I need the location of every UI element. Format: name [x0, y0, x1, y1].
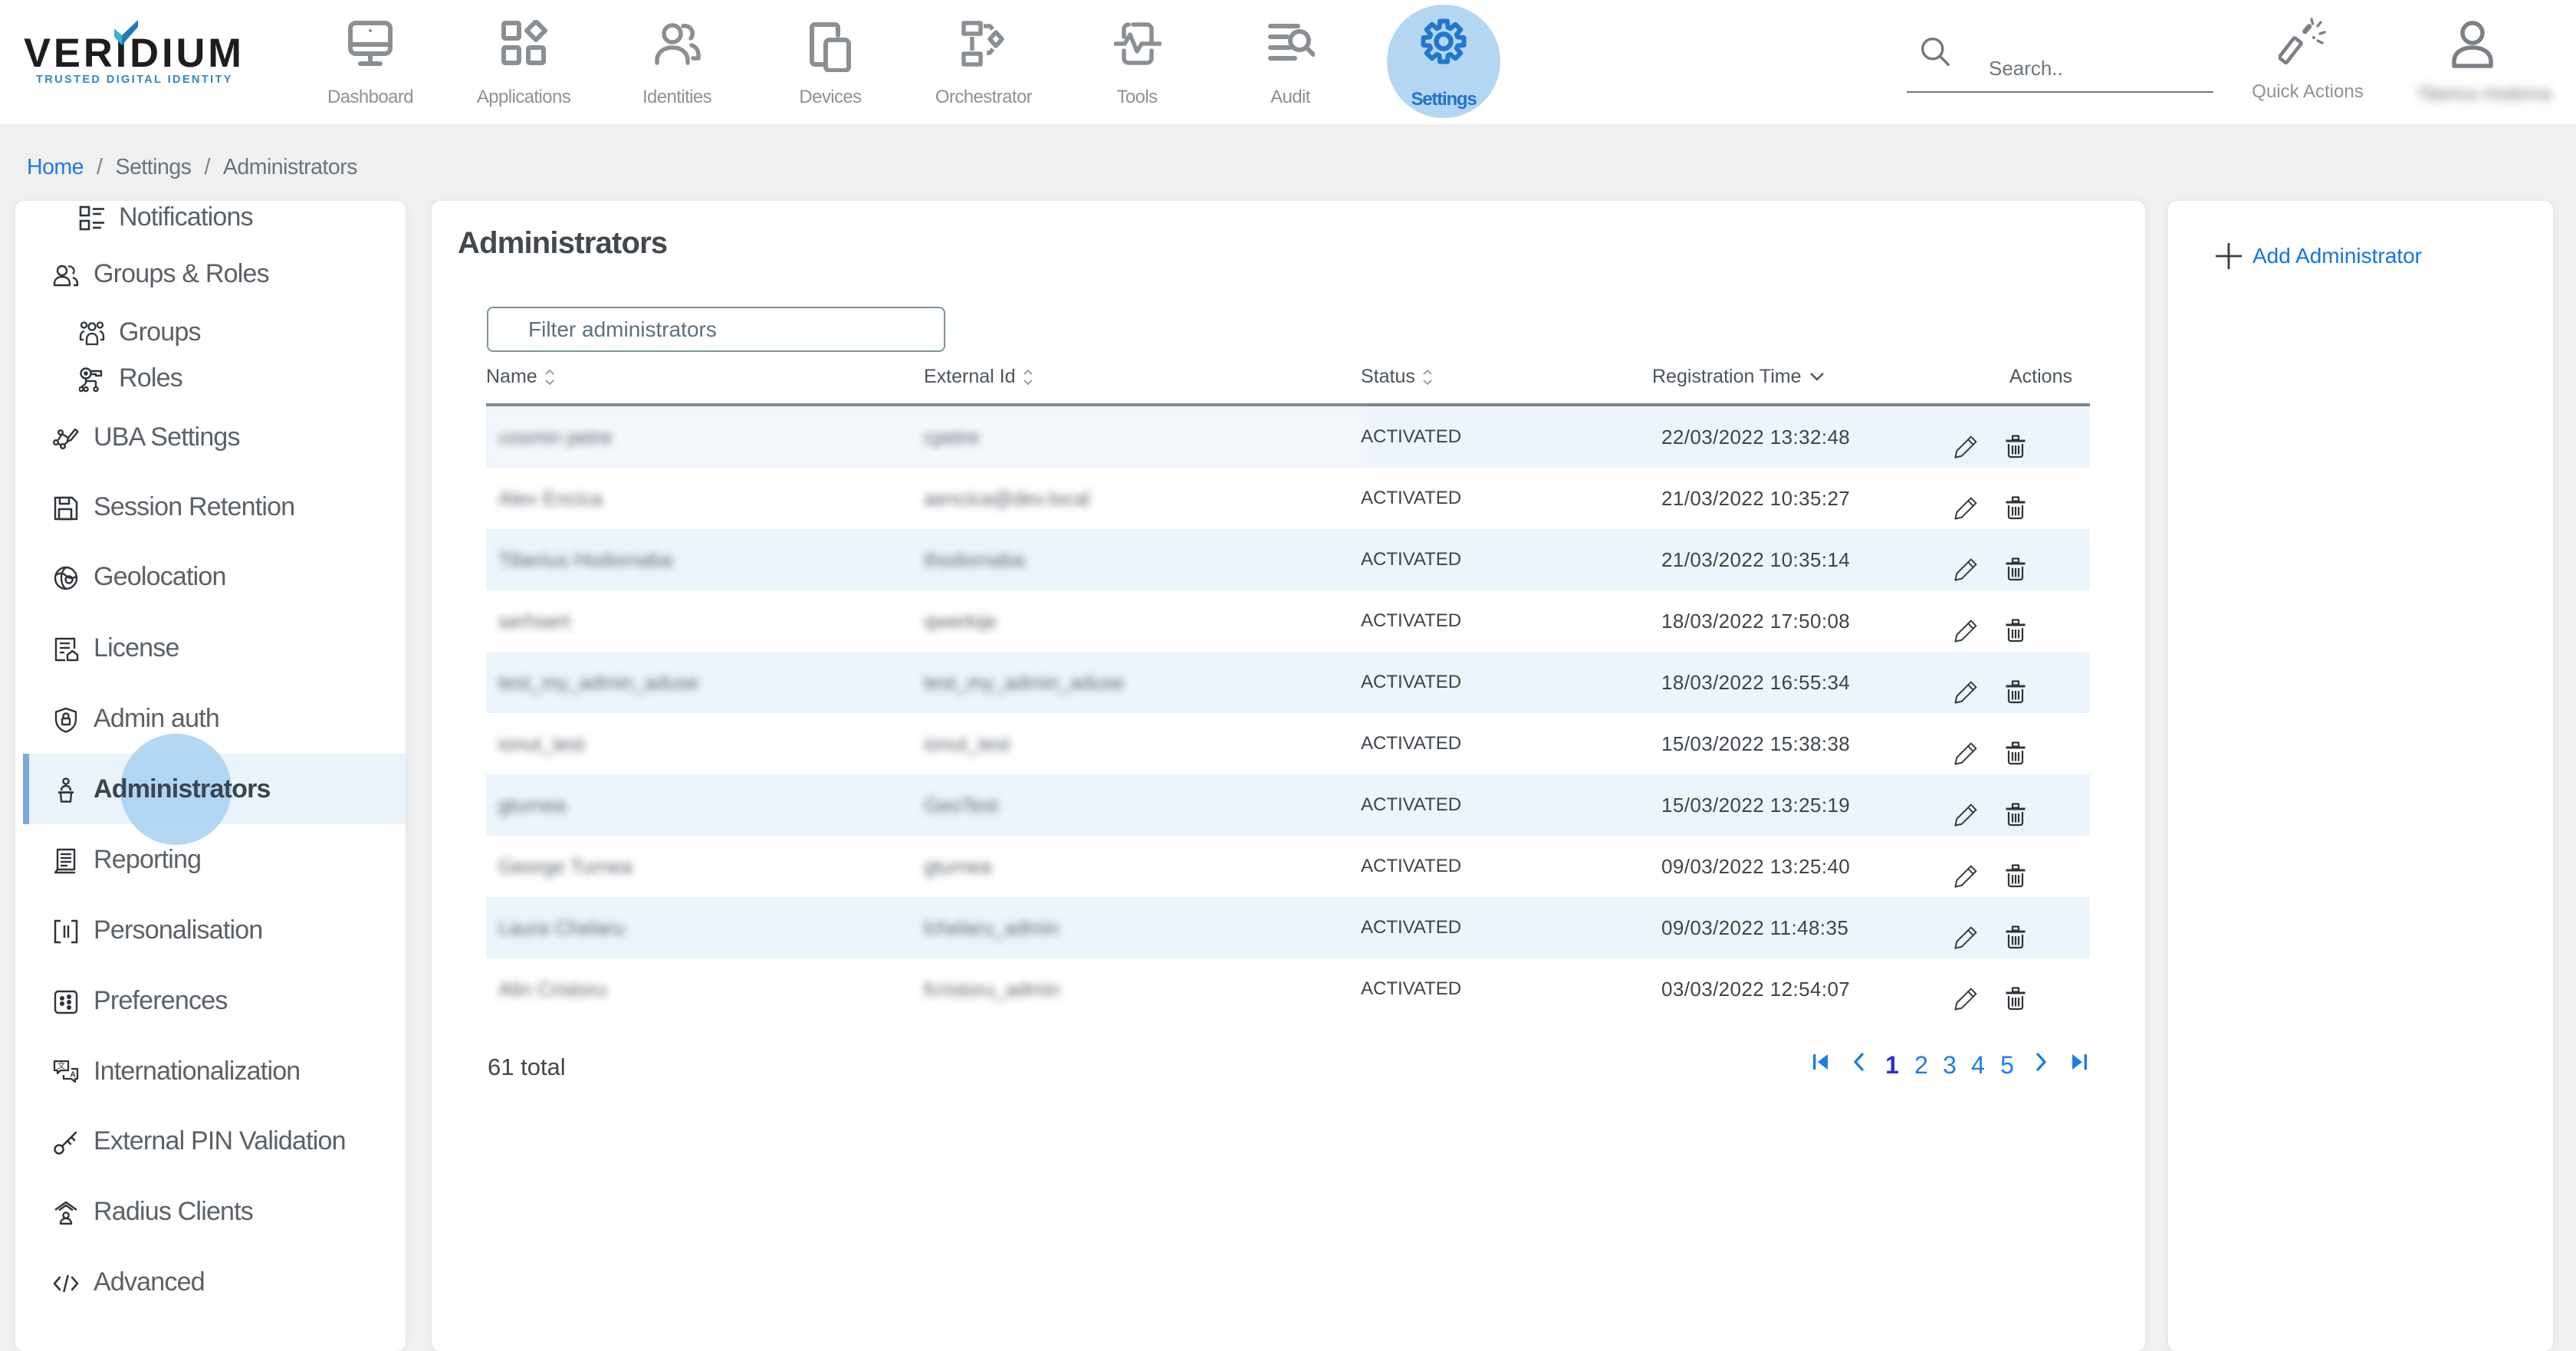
svg-text:A: A [71, 1071, 76, 1080]
svg-text:文: 文 [58, 1061, 65, 1071]
